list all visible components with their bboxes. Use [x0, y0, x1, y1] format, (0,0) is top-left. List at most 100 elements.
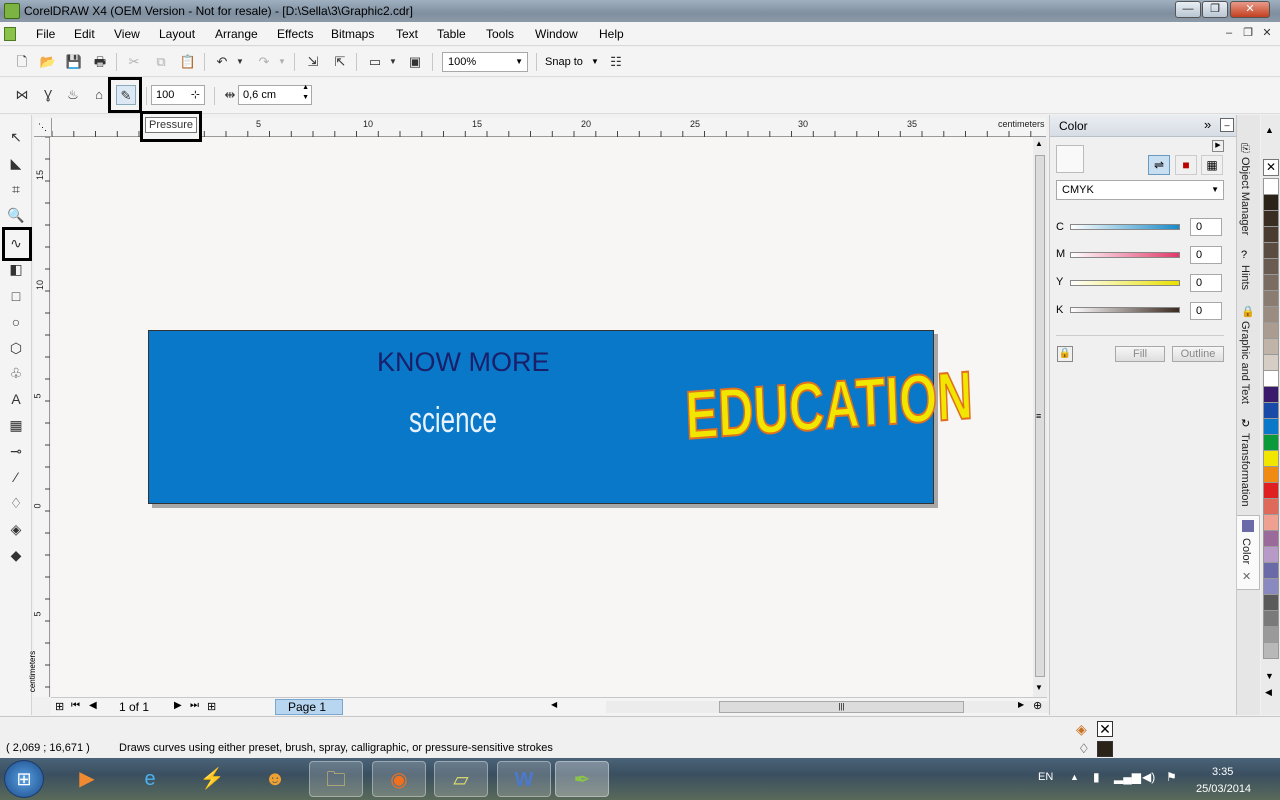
application-launcher-icon[interactable]: ▭ — [365, 52, 385, 72]
palette-color-swatch[interactable] — [1263, 210, 1279, 227]
paste-icon[interactable]: 📋 — [178, 52, 198, 72]
yellow-value-field[interactable]: 0 — [1190, 274, 1222, 292]
zoom-tool-icon[interactable]: 🔍 — [6, 205, 26, 225]
export-icon[interactable]: ⇱ — [330, 52, 350, 72]
palette-color-swatch[interactable] — [1263, 418, 1279, 435]
palette-color-swatch[interactable] — [1263, 386, 1279, 403]
internet-explorer-icon[interactable]: e — [123, 761, 177, 797]
tab-hints[interactable]: Hints — [1239, 265, 1251, 290]
tab-transformation[interactable]: Transformation — [1239, 433, 1251, 507]
basic-shapes-tool-icon[interactable]: ♧ — [6, 363, 26, 383]
tab-object-manager[interactable]: Object Manager — [1239, 157, 1251, 235]
clock-time[interactable]: 3:35 — [1212, 766, 1233, 778]
palette-color-swatch[interactable] — [1263, 226, 1279, 243]
sprayer-mode-icon[interactable]: ♨ — [63, 85, 83, 105]
redo-dropdown-icon[interactable]: ▼ — [276, 52, 288, 72]
cut-icon[interactable]: ✂ — [124, 52, 144, 72]
palette-color-swatch[interactable] — [1263, 354, 1279, 371]
menu-edit[interactable]: Edit — [74, 27, 95, 41]
palette-color-swatch[interactable] — [1263, 450, 1279, 467]
palette-color-swatch[interactable] — [1263, 530, 1279, 547]
color-viewers-icon[interactable]: ■ — [1175, 155, 1197, 175]
polygon-tool-icon[interactable]: ⬡ — [6, 338, 26, 358]
color-model-select[interactable]: CMYK ▼ — [1056, 180, 1224, 200]
start-button[interactable]: ⊞ — [4, 760, 44, 798]
firefox-icon[interactable]: ◉ — [372, 761, 426, 797]
new-document-icon[interactable]: 🗋 — [12, 52, 32, 72]
calligraphic-mode-icon[interactable]: ⌂ — [89, 85, 109, 105]
copy-icon[interactable]: ⧉ — [151, 52, 171, 72]
slider-icon[interactable]: ⊹ — [191, 86, 200, 104]
palette-color-swatch[interactable] — [1263, 178, 1279, 195]
palette-scroll-down-icon[interactable]: ▼ — [1265, 671, 1274, 681]
menu-bitmaps[interactable]: Bitmaps — [331, 27, 374, 41]
expand-icon[interactable]: » — [1204, 117, 1211, 132]
scroll-up-icon[interactable]: ▲ — [1035, 139, 1043, 148]
ruler-origin-icon[interactable]: ⋱ — [34, 118, 52, 137]
menu-layout[interactable]: Layout — [159, 27, 195, 41]
horizontal-scrollbar[interactable]: ||| — [606, 701, 1079, 713]
menu-tools[interactable]: Tools — [486, 27, 514, 41]
clock-date[interactable]: 25/03/2014 — [1196, 783, 1251, 795]
cyan-value-field[interactable]: 0 — [1190, 218, 1222, 236]
fill-button[interactable]: Fill — [1115, 346, 1165, 362]
save-icon[interactable]: 💾 — [64, 52, 84, 72]
horizontal-scroll-thumb[interactable]: ||| — [719, 701, 964, 713]
stroke-width-field[interactable]: 0,6 cm ▲ ▼ — [238, 84, 312, 105]
palette-color-swatch[interactable] — [1263, 642, 1279, 659]
menu-table[interactable]: Table — [437, 27, 466, 41]
prev-page-icon[interactable]: ◀ — [89, 700, 97, 711]
redo-icon[interactable]: ↷ — [254, 52, 274, 72]
black-slider[interactable] — [1070, 307, 1180, 313]
menu-effects[interactable]: Effects — [277, 27, 313, 41]
color-palettes-icon[interactable]: ▦ — [1201, 155, 1223, 175]
palette-color-swatch[interactable] — [1263, 338, 1279, 355]
show-hidden-icons-icon[interactable]: ▲ — [1070, 772, 1079, 782]
undo-icon[interactable]: ↶ — [212, 52, 232, 72]
palette-expand-icon[interactable]: ◀ — [1265, 687, 1272, 698]
undo-dropdown-icon[interactable]: ▼ — [234, 52, 246, 72]
menu-file[interactable]: File — [36, 27, 55, 41]
pressure-mode-icon[interactable]: ✎ — [116, 85, 136, 105]
fill-none-swatch[interactable]: ✕ — [1097, 721, 1113, 737]
minimize-button[interactable]: — — [1175, 1, 1201, 18]
palette-color-swatch[interactable] — [1263, 242, 1279, 259]
doc-close-icon[interactable]: ✕ — [1260, 26, 1274, 40]
doc-restore-icon[interactable]: ❐ — [1241, 26, 1255, 40]
navigator-zoom-icon[interactable]: ⊕ — [1033, 699, 1042, 712]
winamp-icon[interactable]: ⚡ — [185, 761, 239, 797]
shape-tool-icon[interactable]: ◣ — [6, 153, 26, 173]
scroll-right-icon[interactable]: ▶ — [1018, 700, 1024, 709]
page-tab[interactable]: Page 1 — [275, 699, 343, 715]
know-more-text[interactable]: KNOW MORE — [377, 347, 550, 378]
first-page-icon[interactable]: ⏮ — [71, 700, 80, 711]
fill-tool-icon[interactable]: ◈ — [6, 519, 26, 539]
text-tool-icon[interactable]: A — [6, 389, 26, 409]
palette-color-swatch[interactable] — [1263, 546, 1279, 563]
last-page-icon[interactable]: ⏭ — [190, 700, 199, 711]
auto-apply-lock-icon[interactable]: 🔒 — [1057, 346, 1073, 362]
palette-color-swatch[interactable] — [1263, 274, 1279, 291]
connector-tool-icon[interactable]: ⊸ — [6, 441, 26, 461]
brush-mode-icon[interactable]: Ɣ — [38, 85, 58, 105]
close-button[interactable]: ✕ — [1230, 1, 1270, 18]
docker-minimize-icon[interactable]: – — [1220, 118, 1234, 132]
vertical-ruler[interactable]: 15 10 5 0 5 centimeters — [28, 137, 50, 697]
pressure-smoothing-field[interactable]: 100 ⊹ — [151, 85, 205, 105]
yellow-slider[interactable] — [1070, 280, 1180, 286]
snap-to-menu[interactable]: Snap to — [545, 56, 583, 68]
palette-color-swatch[interactable] — [1263, 290, 1279, 307]
education-artistic-text[interactable]: EDUCATION — [683, 356, 975, 455]
tab-close-icon[interactable]: ✕ — [1242, 570, 1251, 583]
tab-graphic-and-text[interactable]: Graphic and Text — [1239, 321, 1251, 404]
vertical-scrollbar[interactable]: ▲ ≡ ▼ — [1033, 137, 1047, 697]
palette-color-swatch[interactable] — [1263, 434, 1279, 451]
palette-color-swatch[interactable] — [1263, 594, 1279, 611]
chat-app-icon[interactable]: ☻ — [248, 761, 302, 797]
volume-icon[interactable]: ◀) — [1142, 770, 1155, 784]
add-page-after-icon[interactable]: ⊞ — [207, 700, 216, 713]
menu-help[interactable]: Help — [599, 27, 624, 41]
battery-icon[interactable]: ▮ — [1093, 770, 1100, 784]
palette-color-swatch[interactable] — [1263, 306, 1279, 323]
menu-text[interactable]: Text — [396, 27, 418, 41]
